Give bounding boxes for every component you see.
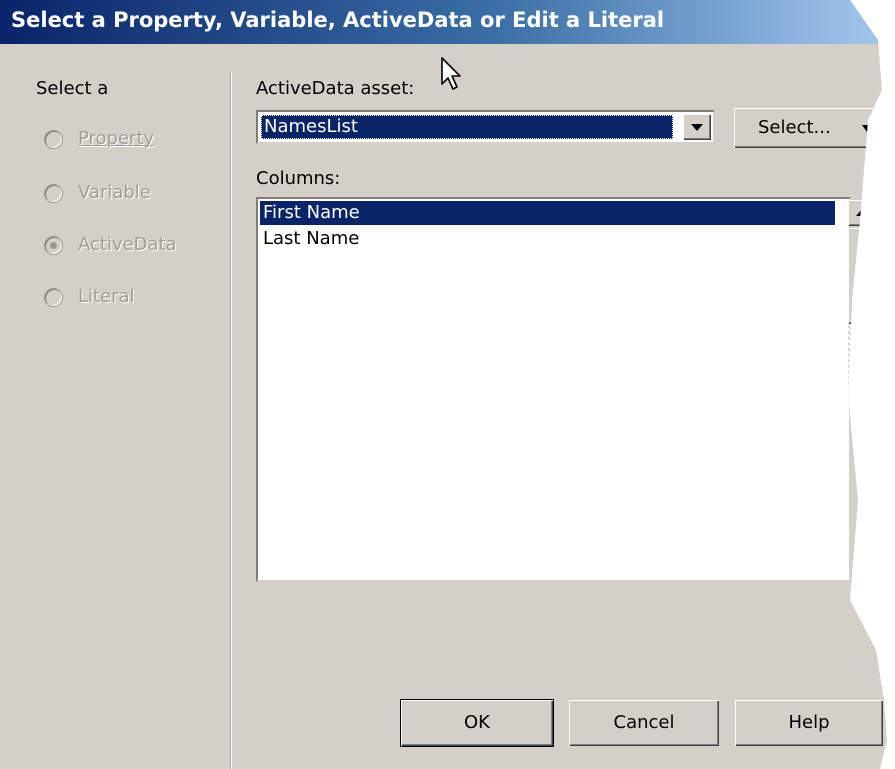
columns-listbox[interactable]: First Name Last Name [256,197,851,582]
radio-variable-label: Variable [78,182,151,203]
radio-literal-label: Literal [78,286,135,307]
scrollbar-thumb[interactable] [848,228,876,324]
chevron-up-icon [856,209,868,216]
select-a-label: Select a [36,78,109,99]
radio-property-label: Property [78,128,155,149]
dialog-window: Select a Property, Variable, ActiveData … [0,0,887,769]
chevron-down-icon [691,124,703,131]
list-item[interactable]: First Name [260,201,835,225]
asset-label: ActiveData asset: [256,78,415,99]
chevron-down-icon [862,125,872,132]
mouse-pointer-icon [441,57,461,90]
help-button[interactable]: Help [735,700,883,746]
radio-button-icon[interactable] [44,184,63,203]
radio-button-icon[interactable] [44,288,63,307]
columns-scrollbar[interactable] [848,200,878,400]
columns-label: Columns: [256,168,341,189]
title-bar[interactable]: Select a Property, Variable, ActiveData … [0,0,887,44]
select-asset-button[interactable]: Select... [734,108,884,148]
asset-dropdown[interactable]: NamesList [256,110,715,144]
scrollbar-track[interactable] [848,324,876,384]
panel-divider [230,72,232,769]
scroll-up-button[interactable] [848,200,876,226]
cancel-button-label: Cancel [613,712,675,733]
dropdown-arrow-button[interactable] [683,114,711,140]
radio-button-selected-icon[interactable] [44,236,63,255]
window-title: Select a Property, Variable, ActiveData … [11,8,665,32]
select-asset-button-label: Select... [758,117,831,138]
help-button-label: Help [788,712,830,733]
ok-button[interactable]: OK [401,700,553,746]
list-item[interactable]: Last Name [260,227,835,251]
ok-button-label: OK [464,712,490,733]
radio-activedata-label: ActiveData [78,234,177,255]
radio-button-icon[interactable] [44,130,63,149]
cancel-button[interactable]: Cancel [569,700,719,746]
asset-dropdown-value: NamesList [261,115,673,139]
